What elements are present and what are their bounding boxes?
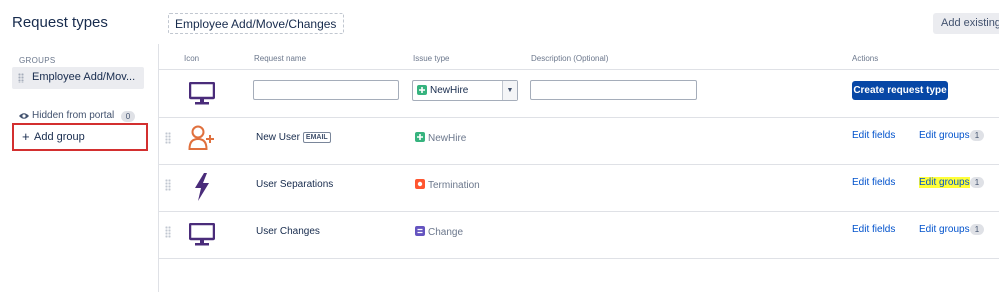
edit-fields-link[interactable]: Edit fields: [852, 130, 895, 141]
drag-handle-icon[interactable]: [165, 132, 171, 144]
issue-type-change: Change: [415, 226, 463, 238]
request-name-label: New User: [256, 132, 300, 143]
drag-handle-icon[interactable]: [165, 226, 171, 238]
request-name-input[interactable]: [253, 80, 399, 100]
column-header-description: Description (Optional): [531, 54, 609, 63]
add-existing-request-type-button[interactable]: Add existing re: [933, 13, 999, 34]
group-count-badge: 1: [970, 224, 984, 235]
plus-icon: +: [22, 129, 30, 144]
newhire-issue-icon: [417, 85, 427, 95]
row-divider: [159, 258, 999, 259]
hidden-from-portal-item[interactable]: Hidden from portal 0: [19, 110, 139, 124]
monitor-icon[interactable]: [189, 223, 215, 247]
issue-type-label: NewHire: [428, 133, 467, 144]
add-group-label: Add group: [34, 131, 85, 143]
create-request-type-button[interactable]: Create request type: [852, 81, 948, 100]
row-divider: [159, 117, 999, 118]
issue-type-label: Change: [428, 227, 464, 238]
sidebar-group-label: Employee Add/Mov...: [32, 71, 136, 83]
groups-heading: GROUPS: [19, 56, 56, 65]
group-name-input[interactable]: Employee Add/Move/Changes: [168, 13, 344, 34]
sidebar-divider: [158, 44, 159, 292]
request-name-user-changes[interactable]: User Changes: [256, 226, 320, 237]
group-count-badge: 1: [970, 177, 984, 188]
monitor-icon[interactable]: [189, 82, 215, 106]
issue-type-selected-value: NewHire: [430, 85, 469, 96]
chevron-down-icon[interactable]: ▼: [502, 81, 517, 100]
edit-fields-link[interactable]: Edit fields: [852, 224, 895, 235]
issue-type-select[interactable]: NewHire ▼: [412, 80, 518, 101]
drag-handle-icon[interactable]: [165, 179, 171, 191]
groups-sidebar: GROUPS Employee Add/Mov... Hidden from p…: [0, 44, 158, 292]
sidebar-group-employee-add-move-changes[interactable]: Employee Add/Mov...: [12, 67, 144, 89]
issue-type-label: Termination: [428, 180, 480, 191]
group-count-badge: 1: [970, 130, 984, 141]
edit-groups-link[interactable]: Edit groups: [919, 224, 970, 235]
column-header-request-name: Request name: [254, 54, 307, 63]
request-name-new-user[interactable]: New User EMAIL: [256, 132, 331, 143]
change-issue-icon: [415, 226, 425, 236]
column-header-icon: Icon: [184, 54, 200, 63]
person-add-icon[interactable]: [188, 125, 216, 151]
edit-fields-link[interactable]: Edit fields: [852, 177, 895, 188]
add-group-button[interactable]: + Add group: [12, 123, 148, 151]
header-divider: [159, 69, 999, 70]
hidden-from-portal-label: Hidden from portal: [32, 110, 115, 121]
issue-type-newhire: NewHire: [415, 132, 466, 144]
edit-groups-link[interactable]: Edit groups: [919, 130, 970, 141]
column-header-issue-type: Issue type: [413, 54, 450, 63]
column-header-actions: Actions: [852, 54, 879, 63]
issue-type-termination: Termination: [415, 179, 480, 191]
page-title: Request types: [12, 14, 108, 31]
description-textarea[interactable]: [530, 80, 697, 100]
row-divider: [159, 164, 999, 165]
lightning-bolt-icon[interactable]: [192, 172, 212, 202]
edit-groups-link[interactable]: Edit groups: [919, 177, 970, 188]
email-badge: EMAIL: [302, 132, 331, 143]
eye-icon: [19, 113, 29, 119]
newhire-issue-icon: [415, 132, 425, 142]
drag-handle-icon[interactable]: [18, 73, 24, 83]
request-name-user-separations[interactable]: User Separations: [256, 179, 333, 190]
termination-issue-icon: [415, 179, 425, 189]
row-divider: [159, 211, 999, 212]
hidden-count-badge: 0: [121, 111, 135, 122]
